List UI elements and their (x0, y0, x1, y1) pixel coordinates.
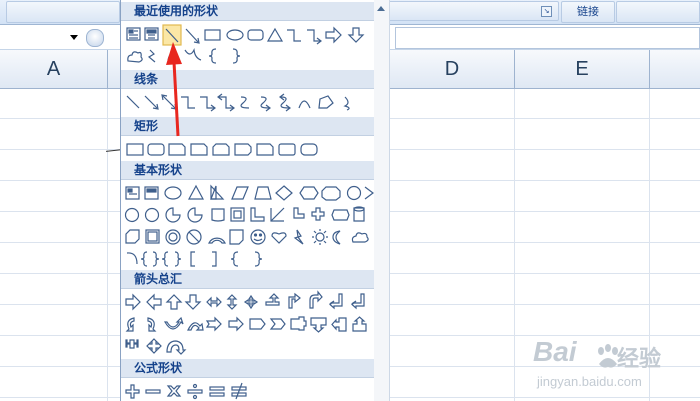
block-arrows-row-3[interactable] (125, 338, 187, 355)
gallery-scrollbar[interactable] (374, 0, 390, 401)
watermark: Bai 经验 jingyan.baidu.com (533, 336, 693, 396)
column-header-d[interactable]: D (390, 50, 515, 88)
column-header-f[interactable] (650, 50, 700, 88)
column-header-a[interactable]: A (0, 50, 108, 88)
name-box-dropdown-icon[interactable] (70, 35, 78, 40)
ribbon-group-right[interactable] (616, 1, 700, 23)
down-arrow-icon[interactable] (347, 27, 365, 43)
formula-bar-resize-knob-icon[interactable] (86, 29, 104, 47)
scroll-up-icon[interactable] (377, 6, 385, 11)
triangle-icon[interactable] (266, 27, 284, 42)
equation-shapes-row[interactable] (125, 382, 247, 400)
text-box-icon[interactable] (126, 27, 141, 41)
cloud-icon[interactable] (127, 51, 143, 63)
annotation-arrow-icon (166, 42, 182, 137)
lines-row[interactable] (126, 93, 350, 112)
curve-line-icon[interactable] (184, 47, 202, 61)
arrow-line-icon[interactable] (185, 28, 200, 44)
link-button[interactable]: 链接 (561, 1, 615, 23)
left-brace-icon[interactable] (208, 48, 217, 64)
lightning-icon[interactable] (147, 49, 156, 63)
elbow-connector-icon[interactable] (287, 29, 301, 42)
shapes-gallery: 最近使用的形状 线条 矩形 基本形状 箭头总汇 公式形状 (120, 0, 375, 401)
vertical-text-box-icon[interactable] (144, 27, 159, 41)
right-arrow-icon[interactable] (325, 26, 342, 44)
right-brace-icon[interactable] (232, 48, 241, 64)
basic-shapes-row-3[interactable] (125, 229, 369, 245)
rectangle-icon[interactable] (204, 29, 221, 41)
column-header-e[interactable]: E (515, 50, 650, 88)
formula-input[interactable] (395, 27, 700, 49)
basic-shapes-row-1[interactable] (125, 184, 374, 201)
rectangles-row[interactable] (126, 143, 318, 156)
ribbon-group-left[interactable] (6, 1, 120, 23)
watermark-suffix: 经验 (617, 347, 662, 372)
shape-icons (124, 24, 374, 400)
block-arrows-row-1[interactable] (125, 290, 365, 311)
link-label: 链接 (577, 5, 599, 18)
elbow-arrow-connector-icon[interactable] (307, 29, 322, 45)
oval-icon[interactable] (226, 29, 244, 41)
ribbon-group-insert[interactable]: 序 (373, 1, 559, 21)
watermark-url: jingyan.baidu.com (537, 374, 642, 389)
basic-shapes-row-4[interactable] (126, 251, 263, 267)
dialog-launcher-icon[interactable]: ↘ (541, 6, 552, 17)
rounded-rectangle-icon[interactable] (247, 29, 264, 41)
block-arrows-row-2[interactable] (125, 316, 367, 333)
watermark-brand: Bai (533, 336, 577, 367)
basic-shapes-row-2[interactable] (124, 206, 365, 223)
